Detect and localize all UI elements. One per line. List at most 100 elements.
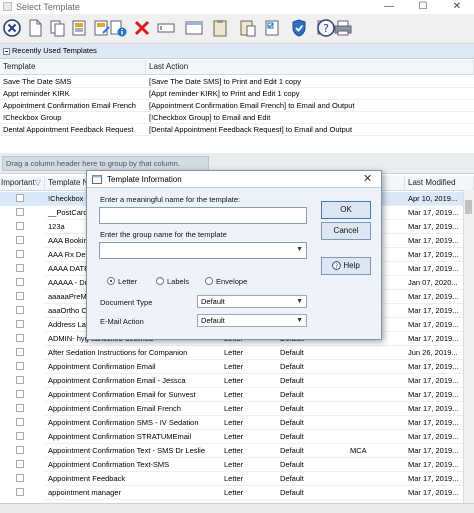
- svg-text:?: ?: [323, 22, 329, 35]
- table-row[interactable]: Appointment Confirmation Email for Sunve…: [0, 388, 464, 402]
- important-checkbox[interactable]: [16, 208, 24, 216]
- document-type-select[interactable]: Default ▼: [197, 295, 307, 308]
- dialog-close-button[interactable]: ✕: [363, 172, 372, 185]
- help-button[interactable]: ? Help: [321, 257, 371, 275]
- important-checkbox[interactable]: [16, 278, 24, 286]
- important-checkbox[interactable]: [16, 264, 24, 272]
- scrollbar-thumb[interactable]: [465, 200, 472, 214]
- table-row[interactable]: Appointment Feedback Letter Default Mar 17,…: [0, 472, 464, 486]
- clipboard-paste-icon[interactable]: [237, 17, 259, 39]
- radio-letter[interactable]: [107, 277, 115, 285]
- table-row[interactable]: After Sedation Instructions for Companio…: [0, 346, 464, 360]
- help-small-icon: ?: [332, 261, 341, 270]
- cell-mod: Mar 17, 2019...: [405, 220, 464, 234]
- close-circle-icon[interactable]: [1, 17, 23, 39]
- recent-row-template[interactable]: Save The Date SMS: [0, 76, 146, 88]
- cell-mod: Mar 17, 2019...: [405, 318, 464, 332]
- cell-mod: Mar 17, 2019...: [405, 206, 464, 220]
- document-info-icon[interactable]: [107, 17, 129, 39]
- template-information-dialog: Template Information ✕ Enter a meaningfu…: [86, 170, 382, 340]
- collapse-icon[interactable]: [3, 48, 10, 55]
- table-row[interactable]: Appointment Confirmation STRATUMEmail Let…: [0, 430, 464, 444]
- important-checkbox[interactable]: [16, 460, 24, 468]
- dialog-title-bar: Template Information ✕: [87, 171, 381, 188]
- important-checkbox[interactable]: [16, 236, 24, 244]
- recent-templates-bar[interactable]: Recently Used Templates: [0, 44, 474, 59]
- important-checkbox[interactable]: [16, 418, 24, 426]
- chevron-down-icon[interactable]: ▼: [296, 315, 303, 326]
- recent-row-template[interactable]: !Checkbox Group: [0, 112, 146, 124]
- help-button-label: Help: [343, 261, 360, 270]
- recent-row-template[interactable]: Appointment Confirmation Email French: [0, 100, 146, 112]
- delete-x-icon[interactable]: [131, 17, 153, 39]
- shield-check-icon[interactable]: [288, 17, 310, 39]
- textbox-icon[interactable]: [155, 17, 177, 39]
- cell-c1: Letter: [221, 430, 277, 444]
- window-title: Select Template: [16, 2, 80, 12]
- important-checkbox[interactable]: [16, 404, 24, 412]
- important-checkbox[interactable]: [16, 250, 24, 258]
- important-checkbox[interactable]: [16, 488, 24, 496]
- table-row[interactable]: Appointment Confirmation Email - Jessca L…: [0, 374, 464, 388]
- group-label: Enter the group name for the template: [100, 230, 227, 239]
- close-window-button[interactable]: ✕: [440, 0, 474, 14]
- important-checkbox[interactable]: [16, 306, 24, 314]
- radio-envelope[interactable]: [205, 277, 213, 285]
- table-row[interactable]: Appointment Confirmation Email Letter Defa…: [0, 360, 464, 374]
- important-checkbox[interactable]: [16, 292, 24, 300]
- important-checkbox[interactable]: [16, 222, 24, 230]
- col-important[interactable]: Important▽: [0, 176, 45, 191]
- help-circle-icon[interactable]: ?: [315, 17, 337, 39]
- table-row[interactable]: Appointment Confirmation Text-SMS Letter D…: [0, 458, 464, 472]
- cell-name: Appointment Feedback: [45, 472, 221, 486]
- cancel-button[interactable]: Cancel: [321, 222, 371, 240]
- chevron-down-icon[interactable]: ▼: [296, 246, 303, 253]
- cell-name: Appointment Confirmation Text - SMS Dr L…: [45, 444, 221, 458]
- ok-button[interactable]: OK: [321, 201, 371, 219]
- maximize-button[interactable]: ☐: [406, 0, 440, 14]
- recent-row-template[interactable]: Dental Appointment Feedback Request: [0, 124, 146, 136]
- important-checkbox[interactable]: [16, 334, 24, 342]
- col-last-modified[interactable]: Last Modified: [405, 176, 474, 191]
- recent-col-last-action[interactable]: Last Action: [146, 60, 474, 75]
- filter-icon[interactable]: ▽: [35, 178, 41, 187]
- email-action-select[interactable]: Default ▼: [197, 314, 307, 327]
- horizontal-scrollbar[interactable]: [0, 503, 474, 513]
- important-checkbox[interactable]: [16, 362, 24, 370]
- table-row[interactable]: Appointment Confirmation Text - SMS Dr L…: [0, 444, 464, 458]
- cell-mod: Apr 10, 2019...: [405, 192, 464, 206]
- recent-row-action: [Dental Appointment Feedback Request] to…: [146, 124, 474, 136]
- recent-row-template[interactable]: Appt reminder KIRK: [0, 88, 146, 100]
- important-checkbox[interactable]: [16, 376, 24, 384]
- important-checkbox[interactable]: [16, 320, 24, 328]
- table-row[interactable]: Appointment Confirmation Email French Let…: [0, 402, 464, 416]
- cell-c3: MCA: [347, 444, 405, 458]
- chevron-down-icon[interactable]: ▼: [296, 296, 303, 307]
- new-document-icon[interactable]: [24, 17, 46, 39]
- cell-c1: Letter: [221, 374, 277, 388]
- important-checkbox[interactable]: [16, 390, 24, 398]
- window-icon[interactable]: [183, 17, 205, 39]
- cell-c2: Default: [277, 388, 347, 402]
- checkbox-document-icon[interactable]: [262, 17, 284, 39]
- important-checkbox[interactable]: [16, 446, 24, 454]
- clipboard-copy-icon[interactable]: [209, 17, 231, 39]
- important-checkbox[interactable]: [16, 432, 24, 440]
- edit-document-icon[interactable]: [69, 17, 91, 39]
- group-name-combo[interactable]: ▼: [99, 242, 307, 259]
- dialog-app-icon: [92, 175, 102, 184]
- copy-document-icon[interactable]: [47, 17, 69, 39]
- template-name-input[interactable]: [99, 207, 307, 224]
- recent-col-template[interactable]: Template: [0, 60, 146, 75]
- table-row[interactable]: appointment manager Letter Default Mar 17, …: [0, 486, 464, 500]
- important-checkbox[interactable]: [16, 348, 24, 356]
- cell-mod: Mar 17, 2019...: [405, 402, 464, 416]
- minimize-button[interactable]: —: [372, 0, 406, 14]
- table-row[interactable]: Appointment Confirmation SMS - IV Sedati…: [0, 416, 464, 430]
- cell-c1: Letter: [221, 444, 277, 458]
- document-type-label: Document Type: [100, 298, 153, 307]
- important-checkbox[interactable]: [16, 194, 24, 202]
- radio-labels[interactable]: [156, 277, 164, 285]
- important-checkbox[interactable]: [16, 474, 24, 482]
- vertical-scrollbar[interactable]: [463, 190, 474, 503]
